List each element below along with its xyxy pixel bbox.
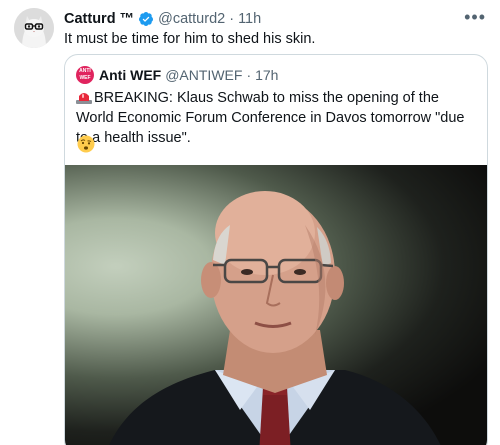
more-options-icon[interactable]: •••: [464, 7, 486, 28]
separator-dot: ·: [229, 11, 235, 27]
quoted-tweet-timestamp[interactable]: 17h: [255, 67, 278, 83]
quoted-tweet-text: BREAKING: Klaus Schwab to miss the openi…: [76, 90, 465, 146]
quoted-author-avatar[interactable]: ANTI WEF: [76, 66, 94, 84]
cat-avatar-image: [14, 8, 54, 48]
quoted-author-name[interactable]: Anti WEF: [99, 67, 161, 83]
tweet-timestamp[interactable]: 11h: [238, 11, 261, 27]
author-handle[interactable]: @catturd2: [158, 11, 225, 27]
quoted-tweet-header: ANTI WEF Anti WEF @ANTIWEF · 17h: [76, 65, 278, 85]
verified-badge-icon: [139, 12, 154, 26]
man-portrait-image: [109, 191, 441, 445]
quoted-tweet-photo[interactable]: [65, 165, 487, 445]
tweet-text: It must be time for him to shed his skin…: [64, 31, 316, 47]
quoted-author-handle[interactable]: @ANTIWEF: [165, 67, 242, 83]
tweet[interactable]: Catturd ™ @catturd2 · 11h ••• It must be…: [0, 0, 500, 445]
face-with-raised-eyebrow-icon: [77, 135, 95, 153]
quoted-tweet-text-block: BREAKING: Klaus Schwab to miss the openi…: [76, 88, 476, 148]
tweet-header: Catturd ™ @catturd2 · 11h •••: [64, 7, 486, 29]
quoted-tweet[interactable]: ANTI WEF Anti WEF @ANTIWEF · 17h BREAKIN…: [64, 54, 488, 445]
separator-dot: ·: [246, 67, 252, 83]
author-name[interactable]: Catturd ™: [64, 11, 134, 27]
rotating-light-icon: [76, 93, 92, 104]
author-avatar[interactable]: [14, 8, 54, 48]
